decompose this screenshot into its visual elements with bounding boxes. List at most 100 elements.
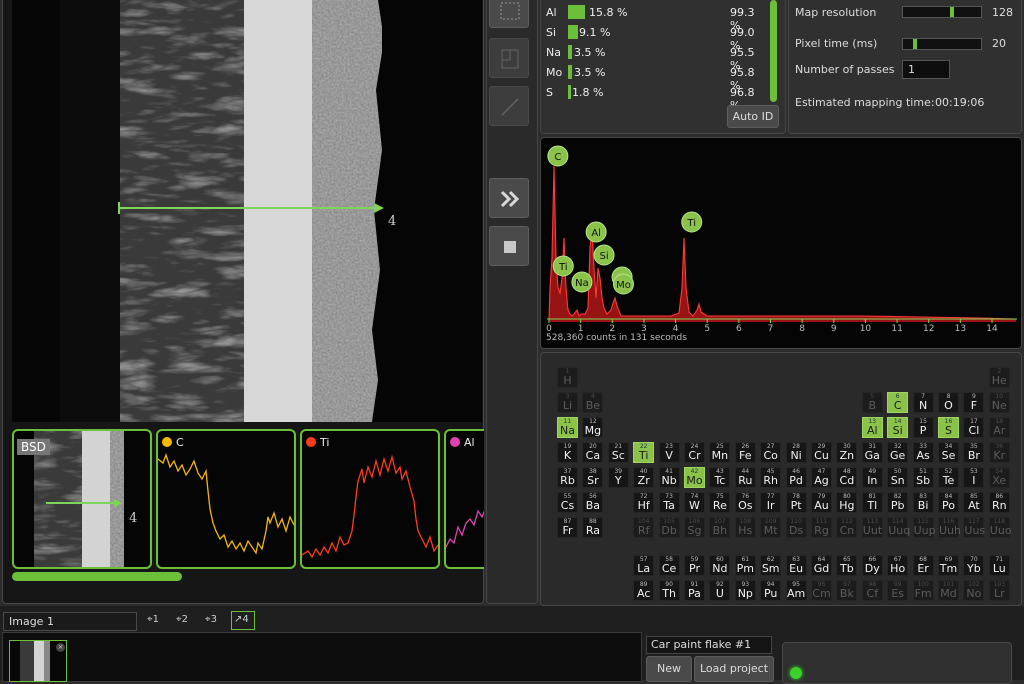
element-cell[interactable]: 37 Rb: [557, 467, 578, 488]
element-cell[interactable]: 92 U: [709, 579, 731, 601]
element-cell[interactable]: 87 Fr: [557, 517, 578, 538]
element-cell[interactable]: 86 Rn: [988, 492, 1010, 513]
element-cell[interactable]: 64 Gd: [811, 554, 832, 576]
element-cell[interactable]: 74 W: [684, 492, 705, 513]
element-cell[interactable]: 107 Bh: [709, 517, 731, 538]
map-resolution-thumb[interactable]: [950, 7, 954, 17]
element-row[interactable]: Mo 3.5 % 95.8 %: [546, 63, 766, 92]
element-cell[interactable]: 19 K: [557, 442, 578, 463]
element-cell[interactable]: 3 Li: [557, 392, 578, 413]
element-cell[interactable]: 101 Md: [938, 579, 959, 601]
element-cell[interactable]: 39 Y: [607, 467, 629, 488]
element-cell[interactable]: 33 As: [912, 442, 934, 463]
peak-label[interactable]: Mo: [612, 273, 634, 295]
peak-label[interactable]: Ti: [681, 211, 703, 233]
element-cell[interactable]: 100 Fm: [912, 579, 934, 601]
element-cell[interactable]: 44 Ru: [734, 467, 756, 488]
peak-label[interactable]: C: [547, 145, 569, 167]
element-cell[interactable]: 7N: [912, 392, 934, 413]
element-cell[interactable]: 13 Al: [861, 417, 883, 438]
linescan-ti[interactable]: Ti: [300, 429, 440, 569]
element-cell[interactable]: 12 Mg: [582, 417, 604, 438]
element-cell[interactable]: 94 Pu: [760, 579, 782, 601]
element-cell[interactable]: 98 Cf: [861, 579, 883, 601]
element-cell[interactable]: 30 Zn: [836, 442, 858, 463]
peak-label[interactable]: Ti: [552, 255, 574, 277]
close-thumbnail-icon[interactable]: ×: [56, 643, 65, 652]
linescan-al[interactable]: Al: [444, 429, 484, 569]
element-cell[interactable]: 78 Pt: [785, 492, 807, 513]
element-cell[interactable]: 67 Ho: [887, 554, 909, 576]
element-cell[interactable]: 114 Uuq: [887, 517, 910, 538]
linescan-c[interactable]: C: [156, 429, 296, 569]
element-cell[interactable]: 71 Lu: [988, 554, 1010, 576]
element-cell[interactable]: 56 Ba: [582, 492, 604, 513]
peak-label[interactable]: Al: [585, 221, 607, 243]
element-cell[interactable]: 34 Se: [938, 442, 959, 463]
element-cell[interactable]: 48 Cd: [836, 467, 858, 488]
element-cell[interactable]: 118 Uuo: [988, 517, 1012, 538]
element-cell[interactable]: 109 Mt: [760, 517, 782, 538]
element-cell[interactable]: 36 Kr: [988, 442, 1010, 463]
element-cell[interactable]: 28 Ni: [785, 442, 807, 463]
element-cell[interactable]: 57 La: [633, 554, 655, 576]
element-cell[interactable]: 4 Be: [582, 392, 604, 413]
element-list-scrollbar[interactable]: [770, 0, 777, 102]
element-row[interactable]: S 1.8 % 96.8 %: [546, 83, 766, 112]
element-cell[interactable]: 35 Br: [963, 442, 985, 463]
element-cell[interactable]: 31 Ga: [861, 442, 883, 463]
tool-3[interactable]: ⌖3: [205, 614, 217, 625]
element-cell[interactable]: 81 Tl: [861, 492, 883, 513]
element-cell[interactable]: 99 Es: [887, 579, 909, 601]
element-cell[interactable]: 21 Sc: [607, 442, 629, 463]
element-cell[interactable]: 18 Ar: [988, 417, 1010, 438]
element-row[interactable]: Al 15.8 % 99.3 %: [546, 3, 766, 32]
element-cell[interactable]: 104 Rf: [633, 517, 655, 538]
element-cell[interactable]: 77 Ir: [760, 492, 782, 513]
element-cell[interactable]: 117 Uus: [963, 517, 985, 538]
element-cell[interactable]: 72 Hf: [633, 492, 655, 513]
element-cell[interactable]: 108 Hs: [734, 517, 756, 538]
element-cell[interactable]: 23 V: [658, 442, 680, 463]
element-cell[interactable]: 93 Np: [734, 579, 756, 601]
element-cell[interactable]: 2 He: [988, 367, 1010, 388]
select-area-button[interactable]: [489, 0, 529, 28]
element-cell[interactable]: 9F: [963, 392, 985, 413]
element-cell[interactable]: 27 Co: [760, 442, 782, 463]
pixel-time-slider[interactable]: [902, 38, 982, 50]
element-cell[interactable]: 49 In: [861, 467, 883, 488]
element-cell[interactable]: 61 Pm: [734, 554, 756, 576]
element-cell[interactable]: 89 Ac: [633, 579, 655, 601]
element-cell[interactable]: 54 Xe: [988, 467, 1010, 488]
element-cell[interactable]: 110 Ds: [785, 517, 807, 538]
element-cell[interactable]: 32 Ge: [887, 442, 909, 463]
element-cell[interactable]: 41 Nb: [658, 467, 680, 488]
bsd-thumbnail[interactable]: BSD 4: [12, 429, 152, 569]
spectrum-chart[interactable]: CAlSiTiTiNaSMo 01234567891011121314: [541, 138, 1021, 348]
element-cell[interactable]: 76 Os: [734, 492, 756, 513]
element-cell[interactable]: 45 Rh: [760, 467, 782, 488]
element-cell[interactable]: 60 Nd: [709, 554, 731, 576]
element-cell[interactable]: 91 Pa: [684, 579, 705, 601]
sem-image[interactable]: [12, 0, 482, 422]
tool-4-selected[interactable]: ↗4: [231, 611, 255, 630]
element-cell[interactable]: 84 Po: [938, 492, 959, 513]
element-cell[interactable]: 68 Er: [912, 554, 934, 576]
stop-button[interactable]: [489, 226, 529, 266]
horizontal-scrollbar[interactable]: [12, 572, 182, 581]
element-cell[interactable]: 16 S: [938, 417, 959, 438]
element-cell[interactable]: 112 Cn: [836, 517, 858, 538]
pixel-time-thumb[interactable]: [913, 39, 917, 49]
element-cell[interactable]: 51 Sb: [912, 467, 934, 488]
element-cell[interactable]: 6C: [887, 392, 909, 413]
element-cell[interactable]: 83 Bi: [912, 492, 934, 513]
element-cell[interactable]: 103 Lr: [988, 579, 1010, 601]
element-cell[interactable]: 63 Eu: [785, 554, 807, 576]
element-cell[interactable]: 38 Sr: [582, 467, 604, 488]
element-cell[interactable]: 102 No: [963, 579, 985, 601]
element-cell[interactable]: 85 At: [963, 492, 985, 513]
element-cell[interactable]: 75 Re: [709, 492, 731, 513]
element-cell[interactable]: 43 Tc: [709, 467, 731, 488]
element-row[interactable]: Na 3.5 % 95.5 %: [546, 43, 766, 72]
element-cell[interactable]: 5B: [861, 392, 883, 413]
